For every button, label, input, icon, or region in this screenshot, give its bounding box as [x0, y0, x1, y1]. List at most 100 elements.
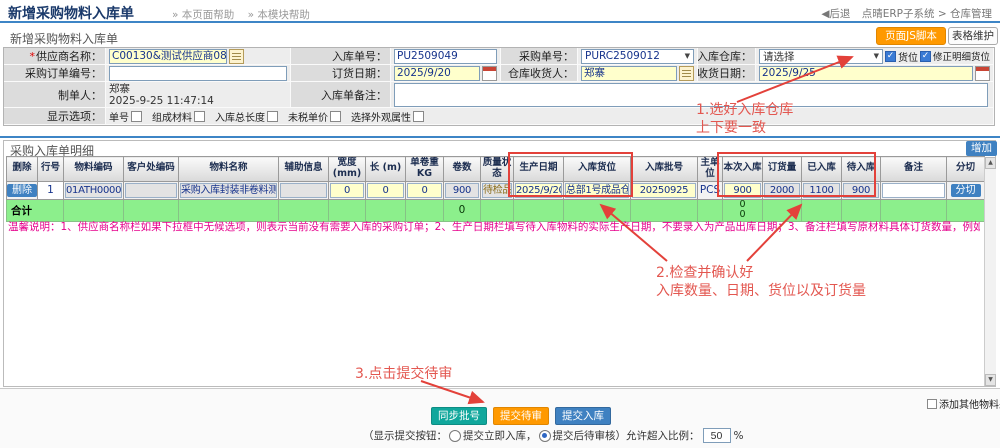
option-materials-checkbox[interactable]: [194, 111, 205, 122]
option-total-length-checkbox[interactable]: [267, 111, 278, 122]
option-price-checkbox[interactable]: [330, 111, 341, 122]
cell-remark-input[interactable]: [882, 183, 945, 198]
cell-qty-in-input[interactable]: 900: [724, 183, 761, 198]
add-other-checkbox[interactable]: [927, 399, 937, 409]
split-button[interactable]: 分切: [951, 184, 981, 197]
scroll-up-icon[interactable]: ▲: [985, 157, 996, 169]
cell-qty-order: 2000: [764, 183, 800, 198]
maker-name: 郑寨: [109, 83, 214, 95]
fix-location-checkbox[interactable]: ✓: [920, 51, 931, 62]
purchase-order-select[interactable]: PURC2509012 ▼: [581, 49, 694, 64]
section-divider: [0, 136, 1000, 138]
order-date-input[interactable]: 2025/9/20: [394, 66, 480, 81]
option-danhao-checkbox[interactable]: [131, 111, 142, 122]
maker-cell: 郑寨 2025-9-25 11:47:14: [106, 82, 291, 108]
ratio-input[interactable]: [703, 428, 731, 443]
warehouse-select[interactable]: 请选择 ▼: [759, 49, 883, 64]
add-row-button[interactable]: 增加: [966, 141, 997, 156]
warehouse-label: *入库仓库：: [698, 48, 756, 65]
col-remark: 备注: [881, 157, 947, 182]
supplier-label: *供应商名称：: [4, 48, 106, 65]
col-split: 分切: [947, 157, 985, 182]
help-page-link[interactable]: » 本页面帮助: [172, 9, 234, 21]
footer-buttons: 同步批号 提交待审 提交入库: [431, 407, 617, 425]
submit-mode-radio-immediate[interactable]: [449, 430, 461, 442]
percent-sign: %: [734, 430, 744, 442]
detail-table: 删除 行号 物料编码 客户处编码 物料名称 辅助信息 宽度 (mm) 长 (m)…: [6, 156, 985, 222]
remark-cell: [391, 82, 994, 108]
col-rolls: 卷数: [444, 157, 481, 182]
cell-length-input[interactable]: 0: [367, 183, 404, 198]
receive-date-input[interactable]: 2025/9/25: [759, 66, 973, 81]
calendar-icon[interactable]: [482, 66, 497, 81]
display-options-label: 显示选项：: [4, 108, 106, 125]
col-qty-in: 本次入库: [723, 157, 763, 182]
remark-textarea[interactable]: [394, 83, 988, 107]
cell-batch-no-input[interactable]: 20250925: [632, 183, 696, 198]
lookup-icon[interactable]: [679, 66, 694, 81]
option-label: 选择外观属性: [351, 109, 411, 124]
cell-qty-todo: 900: [843, 183, 879, 198]
cell-width-input[interactable]: 0: [330, 183, 364, 198]
maker-time: 2025-9-25 11:47:14: [109, 95, 214, 107]
header-form: *供应商名称： C00130&测试供应商0818 入库单号： PU2509049…: [3, 47, 995, 126]
add-other-label: 添加其他物料采购入库: [939, 396, 1000, 411]
submit-review-button[interactable]: 提交待审: [493, 407, 549, 425]
cell-unit: PCS: [698, 181, 723, 199]
orderdate-label: 订货日期：: [291, 65, 391, 82]
required-mark: *: [30, 50, 36, 63]
receiver-input[interactable]: 郑寨: [581, 66, 677, 81]
po-cell: [106, 65, 291, 82]
sync-batch-button[interactable]: 同步批号: [431, 407, 487, 425]
js-script-button[interactable]: 页面JS脚本: [876, 27, 946, 45]
option-label: 未税单价: [288, 109, 328, 124]
check-icon: ✓: [922, 52, 930, 61]
col-batch-no: 入库批号: [631, 157, 698, 182]
col-length: 长 (m): [366, 157, 406, 182]
location-checkbox[interactable]: ✓: [885, 51, 896, 62]
col-material-name: 物料名称: [179, 157, 279, 182]
ratio-label: 允许超入比例：: [626, 428, 700, 443]
col-location: 入库货位: [564, 157, 631, 182]
chevron-down-icon: ▼: [685, 52, 690, 60]
cell-aux-info: [280, 183, 327, 198]
purchase-cell: PURC2509012 ▼: [578, 48, 698, 65]
submit-in-button[interactable]: 提交入库: [555, 407, 611, 425]
submit-mode-radio-review[interactable]: [539, 430, 551, 442]
check-icon: ✓: [887, 52, 895, 61]
col-delete: 删除: [7, 157, 38, 182]
table-maintain-button[interactable]: 表格维护: [948, 27, 998, 45]
col-line-no: 行号: [38, 157, 64, 182]
supplier-input[interactable]: C00130&测试供应商0818: [109, 49, 227, 64]
warehouse-cell: 请选择 ▼ ✓ 货位 ✓ 修正明细货位: [756, 48, 994, 65]
option-label: 入库总长度: [215, 109, 265, 124]
receiver-label: 仓库收货人：: [501, 65, 578, 82]
back-link[interactable]: ◀后退: [821, 8, 850, 20]
supplier-cell: C00130&测试供应商0818: [106, 48, 291, 65]
receiver-cell: 郑寨: [578, 65, 698, 82]
inorder-input[interactable]: PU2509049: [394, 49, 497, 64]
option-appearance-checkbox[interactable]: [413, 111, 424, 122]
annotation-step2: 2.检查并确认好 入库数量、日期、货位以及订货量: [656, 264, 866, 300]
maker-label: 制单人：: [4, 82, 106, 108]
help-module-link[interactable]: » 本模块帮助: [248, 9, 310, 21]
po-label: 采购订单编号：: [4, 65, 106, 82]
purchase-label: 采购单号：: [501, 48, 578, 65]
receivedate-label: 收货日期：: [698, 65, 756, 82]
delete-row-button[interactable]: 删除: [7, 184, 37, 197]
scroll-down-icon[interactable]: ▼: [985, 374, 996, 386]
location-checkbox-label: 货位: [898, 49, 918, 64]
lookup-icon[interactable]: [229, 49, 244, 64]
detail-scrollbar[interactable]: ▲ ▼: [984, 157, 996, 386]
col-qty-order: 订货量: [763, 157, 802, 182]
cell-roll-weight-input[interactable]: 0: [407, 183, 442, 198]
fix-location-checkbox-label: 修正明细货位: [933, 49, 990, 63]
col-customer-code: 客户处编码: [124, 157, 179, 182]
cell-location-input[interactable]: 总部1号成品仓: [565, 183, 629, 198]
cell-quality-status: 待检品: [482, 183, 512, 198]
cell-prod-date-input[interactable]: 2025/9/20 17: [515, 183, 562, 198]
cell-line-no: 1: [38, 181, 64, 199]
po-input[interactable]: [109, 66, 287, 81]
calendar-icon[interactable]: [975, 66, 990, 81]
breadcrumb: 点晴ERP子系统 > 仓库管理: [862, 8, 992, 20]
